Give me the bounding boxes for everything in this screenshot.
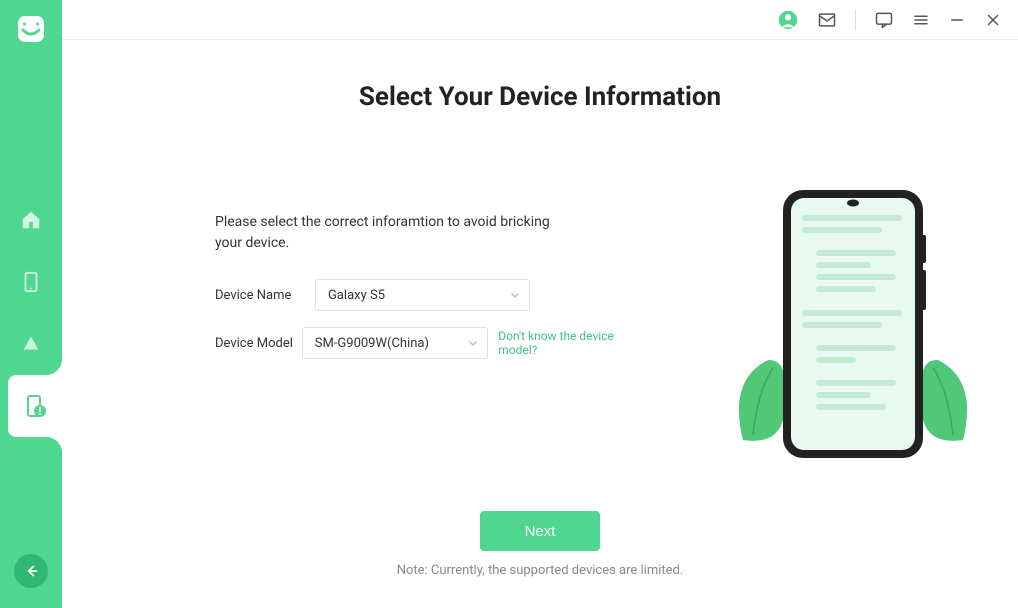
- titlebar-divider: [855, 10, 856, 30]
- user-icon: [777, 9, 799, 31]
- form-left: Please select the correct inforamtion to…: [215, 212, 635, 375]
- device-name-label: Device Name: [215, 288, 315, 303]
- phone-error-icon: [23, 394, 47, 418]
- close-icon: [984, 11, 1002, 29]
- page-title: Select Your Device Information: [359, 82, 721, 112]
- cloud-icon: [20, 333, 42, 355]
- sidebar-item-phone[interactable]: [0, 251, 62, 313]
- close-button[interactable]: [984, 11, 1002, 29]
- sidebar-item-phone-error[interactable]: [8, 375, 62, 437]
- back-button[interactable]: [14, 554, 48, 588]
- arrow-left-icon: [22, 562, 40, 580]
- device-illustration: [738, 180, 968, 480]
- feedback-button[interactable]: [874, 10, 894, 30]
- chat-icon: [874, 10, 894, 30]
- app-logo: [16, 14, 46, 44]
- device-model-row: Device Model SM-G9009W(China) Don't know…: [215, 327, 635, 359]
- device-model-help-link[interactable]: Don't know the device model?: [498, 329, 635, 357]
- device-model-select[interactable]: SM-G9009W(China): [302, 327, 489, 359]
- home-icon: [20, 209, 42, 231]
- instruction-text: Please select the correct inforamtion to…: [215, 212, 555, 254]
- footer: Next Note: Currently, the supported devi…: [62, 511, 1018, 578]
- menu-icon: [912, 11, 930, 29]
- footer-note: Note: Currently, the supported devices a…: [397, 563, 684, 578]
- menu-button[interactable]: [912, 11, 930, 29]
- main-area: Select Your Device Information Please se…: [62, 0, 1018, 608]
- user-button[interactable]: [777, 9, 799, 31]
- device-name-value: Galaxy S5: [315, 279, 530, 311]
- sidebar-nav: [0, 189, 62, 437]
- minimize-button[interactable]: [948, 11, 966, 29]
- sidebar: [0, 0, 62, 608]
- device-model-label: Device Model: [215, 336, 302, 351]
- device-model-value: SM-G9009W(China): [302, 327, 489, 359]
- mail-button[interactable]: [817, 10, 837, 30]
- device-name-row: Device Name Galaxy S5: [215, 279, 635, 311]
- minimize-icon: [948, 11, 966, 29]
- phone-icon: [20, 271, 42, 293]
- mail-icon: [817, 10, 837, 30]
- titlebar: [62, 0, 1018, 40]
- device-name-select[interactable]: Galaxy S5: [315, 279, 530, 311]
- content: Select Your Device Information Please se…: [62, 40, 1018, 608]
- sidebar-item-home[interactable]: [0, 189, 62, 251]
- next-button[interactable]: Next: [480, 511, 600, 551]
